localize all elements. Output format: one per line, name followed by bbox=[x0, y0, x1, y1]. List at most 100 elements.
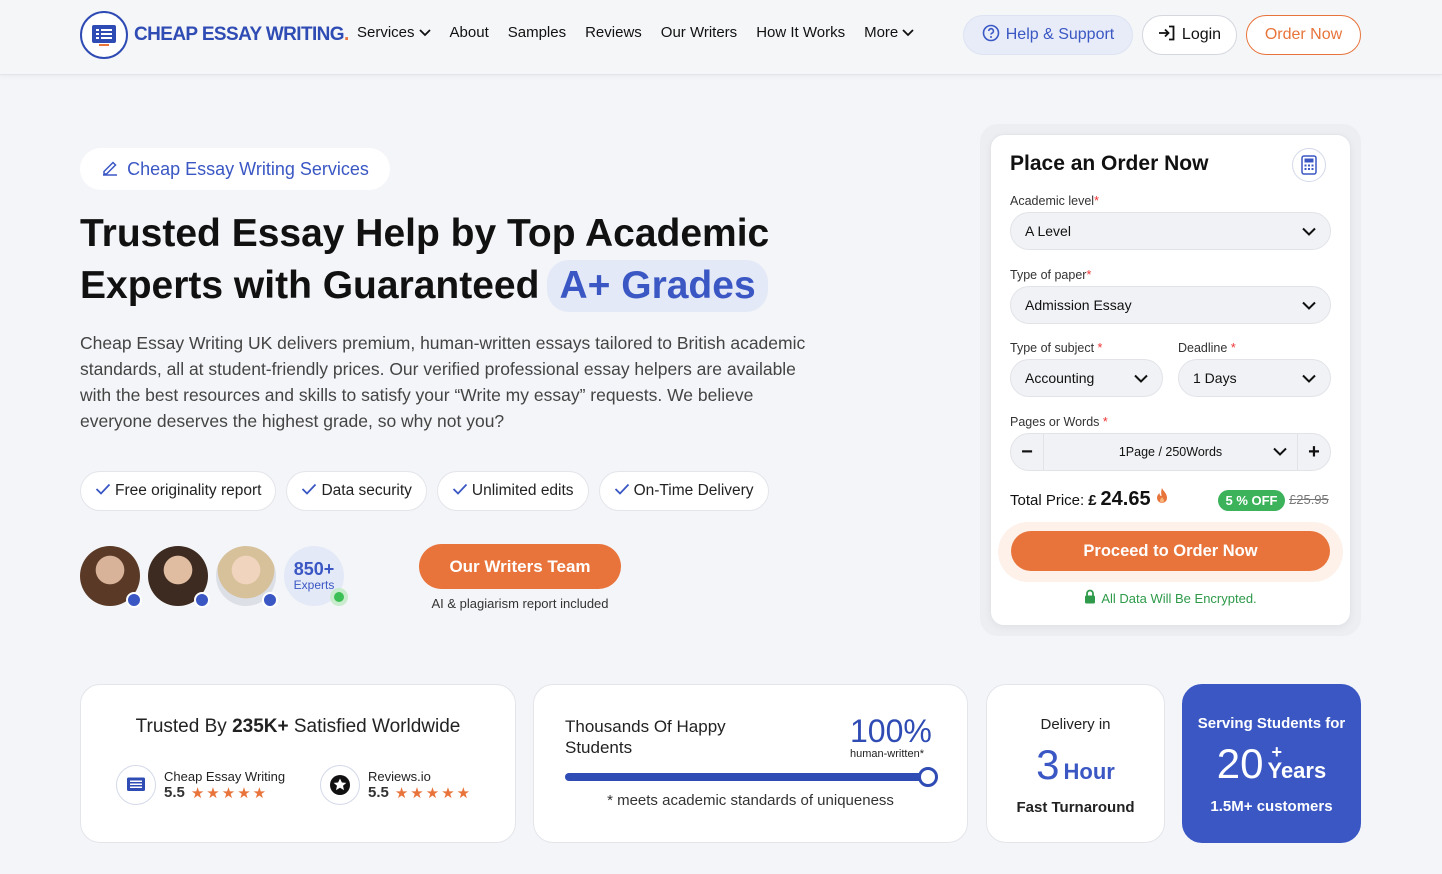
experts-count-badge: 850+ Experts bbox=[284, 546, 348, 606]
hero-description: Cheap Essay Writing UK delivers premium,… bbox=[80, 333, 806, 431]
serving-card: Serving Students for 20 + Years 1.5M+ cust… bbox=[1182, 684, 1361, 843]
lock-icon bbox=[1084, 589, 1096, 607]
chevron-down-icon bbox=[1302, 297, 1316, 313]
feature-data-security: Data security bbox=[286, 471, 427, 511]
progress-fill bbox=[565, 773, 929, 781]
happy-title: Thousands Of Happy Students bbox=[565, 717, 726, 757]
increase-pages-button[interactable]: + bbox=[1298, 434, 1330, 470]
nav-reviews[interactable]: Reviews bbox=[585, 24, 642, 41]
reviews-io-logo-icon bbox=[320, 765, 360, 805]
writers-team-button[interactable]: Our Writers Team bbox=[419, 544, 621, 589]
nav-services[interactable]: Services bbox=[357, 24, 431, 41]
paper-type-value: Admission Essay bbox=[1025, 297, 1132, 313]
avatar bbox=[148, 546, 210, 608]
paper-type-label: Type of paper* bbox=[1010, 268, 1092, 282]
pencil-icon bbox=[101, 158, 119, 181]
serving-label: Serving Students for bbox=[1197, 715, 1346, 732]
chevron-down-icon bbox=[902, 24, 914, 41]
order-card-title: Place an Order Now bbox=[1010, 152, 1209, 175]
decrease-pages-button[interactable]: − bbox=[1011, 434, 1043, 470]
help-support-label: Help & Support bbox=[1005, 26, 1115, 43]
subject-value: Accounting bbox=[1025, 370, 1095, 386]
total-price: Total Price: £ 24.65 bbox=[1010, 487, 1169, 511]
title-highlight: A+ Grades bbox=[547, 260, 768, 312]
login-label: Login bbox=[1181, 26, 1222, 43]
check-icon bbox=[301, 482, 317, 500]
verified-icon bbox=[126, 592, 142, 608]
review-reviews-io[interactable]: Reviews.io 5.5 ★★★★★ bbox=[320, 765, 472, 805]
review-source-name: Cheap Essay Writing bbox=[164, 768, 286, 784]
plus-icon: + bbox=[1308, 440, 1320, 463]
review-cheap-essay[interactable]: Cheap Essay Writing 5.5 ★★★★★ bbox=[116, 765, 285, 805]
expert-avatars: 850+ Experts bbox=[80, 546, 348, 608]
human-written-percent: 100% bbox=[850, 713, 932, 749]
delivery-value: 3 Hour bbox=[1036, 741, 1115, 788]
human-written-label: human-written* bbox=[850, 748, 924, 760]
uniqueness-note: * meets academic standards of uniqueness bbox=[607, 792, 894, 809]
serving-value: 20 + Years bbox=[1216, 740, 1327, 787]
feature-list: Free originality report Data security Un… bbox=[80, 471, 769, 511]
logo-book-icon bbox=[80, 11, 128, 59]
pages-label: Pages or Words * bbox=[1010, 415, 1108, 429]
calculator-icon bbox=[1292, 148, 1326, 182]
online-indicator-icon bbox=[330, 588, 348, 606]
hero-badge: Cheap Essay Writing Services bbox=[80, 148, 390, 190]
currency-symbol: £ bbox=[1088, 492, 1097, 509]
feature-unlimited-edits: Unlimited edits bbox=[436, 471, 589, 511]
academic-level-select[interactable]: A Level bbox=[1010, 212, 1331, 250]
site-header: CHEAP ESSAY WRITING. Services About Samp… bbox=[0, 0, 1442, 75]
review-score: 5.5 bbox=[164, 784, 185, 801]
progress-knob bbox=[918, 767, 938, 787]
subject-select[interactable]: Accounting bbox=[1010, 359, 1163, 397]
nav-samples[interactable]: Samples bbox=[508, 24, 566, 41]
writers-note: AI & plagiarism report included bbox=[431, 596, 609, 611]
chevron-down-icon bbox=[1302, 223, 1316, 239]
review-source-name: Reviews.io bbox=[368, 768, 431, 784]
experts-count: 850+ bbox=[293, 559, 335, 579]
chevron-down-icon bbox=[1302, 370, 1316, 386]
nav-more[interactable]: More bbox=[864, 24, 914, 41]
academic-level-label: Academic level* bbox=[1010, 194, 1099, 208]
avatar bbox=[216, 546, 278, 608]
deadline-value: 1 Days bbox=[1193, 370, 1237, 386]
pages-stepper: − 1Page / 250Words + bbox=[1010, 433, 1331, 471]
order-now-button[interactable]: Order Now bbox=[1246, 15, 1361, 55]
review-score: 5.5 bbox=[368, 784, 389, 801]
chevron-down-icon bbox=[418, 24, 431, 41]
avatar bbox=[80, 546, 142, 608]
book-logo-icon bbox=[116, 765, 156, 805]
stars-icon: ★★★★★ bbox=[190, 784, 269, 802]
deadline-select[interactable]: 1 Days bbox=[1178, 359, 1331, 397]
help-support-button[interactable]: Help & Support bbox=[963, 15, 1133, 55]
hero-title: Trusted Essay Help by Top Academic Exper… bbox=[80, 208, 840, 312]
paper-type-select[interactable]: Admission Essay bbox=[1010, 286, 1331, 324]
nav-how-it-works[interactable]: How It Works bbox=[756, 24, 845, 41]
progress-track bbox=[565, 773, 929, 781]
encryption-note-text: All Data Will Be Encrypted. bbox=[1101, 590, 1257, 606]
check-icon bbox=[452, 482, 468, 500]
proceed-to-order-button[interactable]: Proceed to Order Now bbox=[1011, 531, 1330, 571]
deadline-label: Deadline * bbox=[1178, 341, 1236, 355]
feature-on-time: On-Time Delivery bbox=[598, 471, 769, 511]
login-button[interactable]: Login bbox=[1142, 15, 1237, 55]
verified-icon bbox=[194, 592, 210, 608]
happy-students-card: Thousands Of Happy Students 100% human-w… bbox=[533, 684, 968, 843]
delivery-label: Delivery in bbox=[1040, 716, 1111, 733]
encryption-note: All Data Will Be Encrypted. bbox=[990, 589, 1351, 607]
site-logo[interactable]: CHEAP ESSAY WRITING. bbox=[80, 11, 349, 59]
minus-icon: − bbox=[1021, 440, 1033, 463]
trusted-title: Trusted By 235K+ Satisfied Worldwide bbox=[135, 716, 461, 737]
verified-icon bbox=[262, 592, 278, 608]
check-icon bbox=[614, 482, 630, 500]
hero-badge-text: Cheap Essay Writing Services bbox=[127, 158, 369, 179]
chevron-down-icon bbox=[1134, 370, 1148, 386]
pages-select[interactable]: 1Page / 250Words bbox=[1043, 434, 1298, 470]
discount-badge: 5 % OFF bbox=[1218, 490, 1285, 511]
old-price: £25.95 bbox=[1289, 492, 1329, 507]
academic-level-value: A Level bbox=[1025, 223, 1071, 239]
nav-about[interactable]: About bbox=[450, 24, 489, 41]
delivery-card: Delivery in 3 Hour Fast Turnaround bbox=[986, 684, 1165, 843]
question-circle-icon bbox=[982, 24, 1000, 47]
total-amount: 24.65 bbox=[1100, 488, 1151, 510]
nav-our-writers[interactable]: Our Writers bbox=[661, 24, 737, 41]
